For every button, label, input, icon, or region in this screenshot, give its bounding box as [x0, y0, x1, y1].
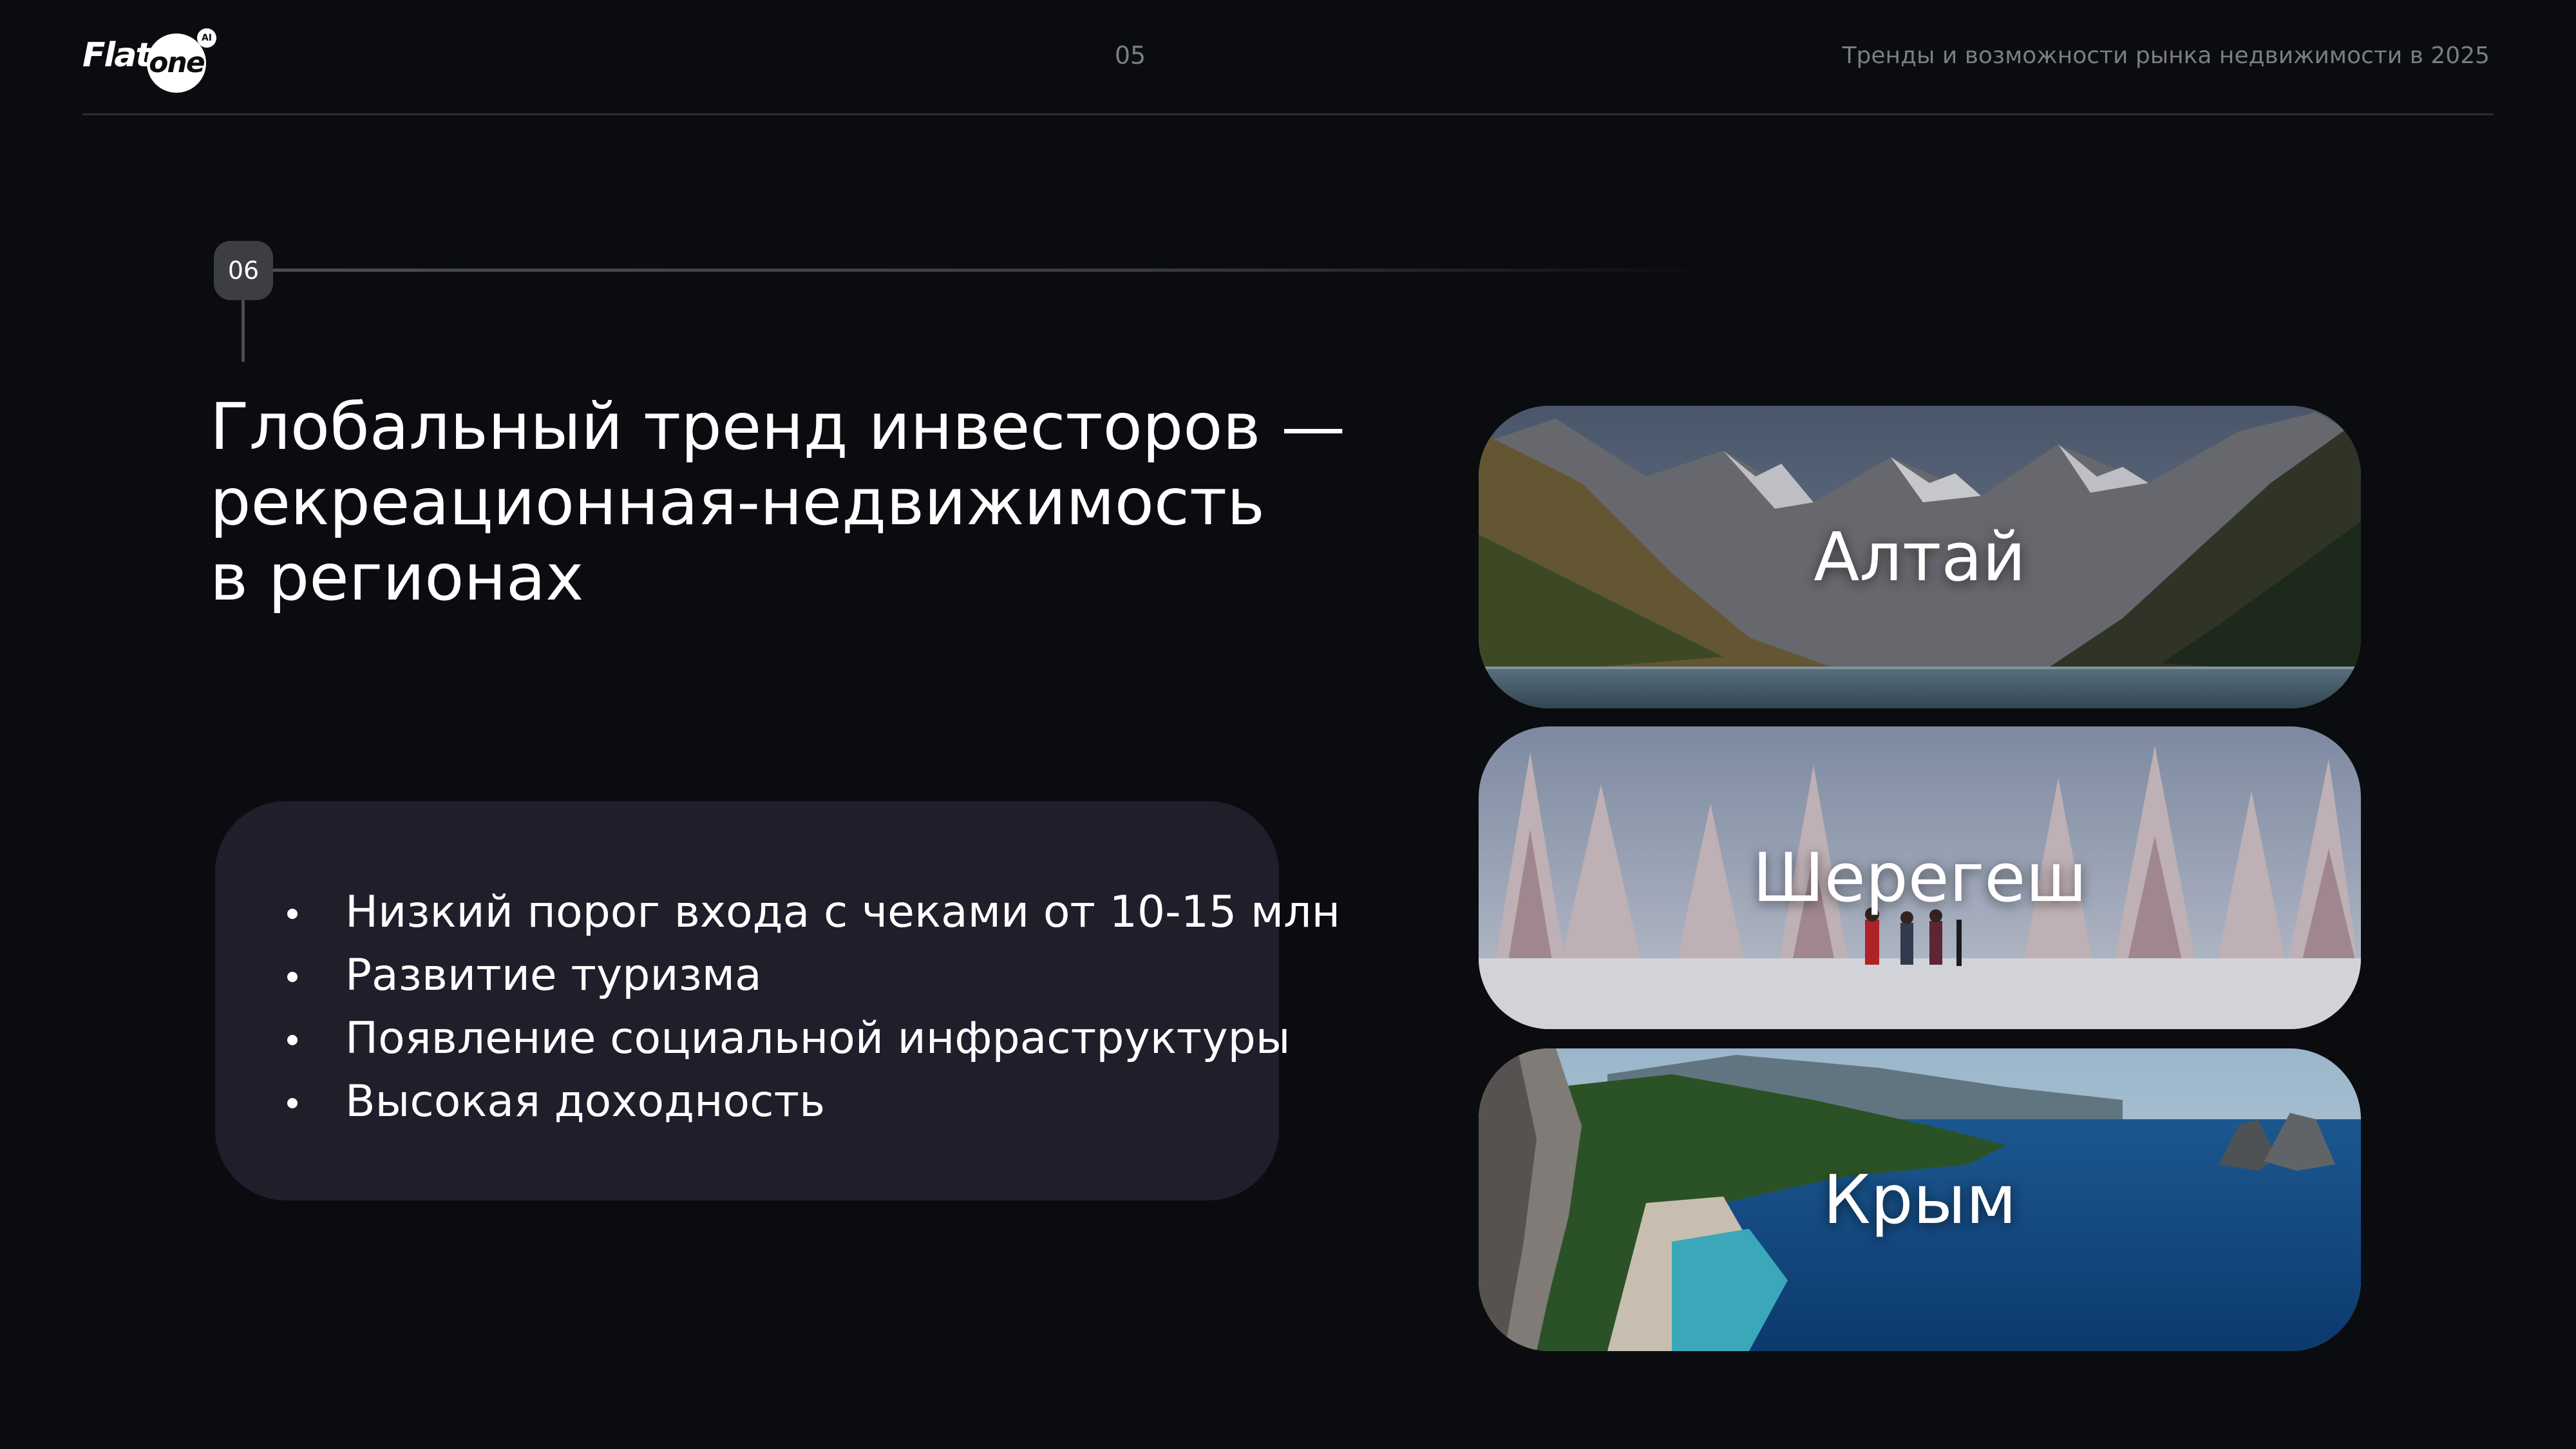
- bullet-dot-icon: [287, 909, 298, 919]
- bullet-dot-icon: [287, 1035, 298, 1045]
- benefit-item: Развитие туризма: [282, 944, 1340, 1007]
- benefits-card: Низкий порог входа с чеками от 10-15 млн…: [215, 801, 1340, 1200]
- region-tile-sheregesh[interactable]: Шерегеш: [1479, 726, 2361, 1029]
- benefit-text: Появление социальной инфраструктуры: [345, 1013, 1291, 1064]
- logo-ai-badge: AI: [197, 28, 216, 48]
- page-number: 05: [1114, 41, 1146, 70]
- region-label-crimea: Крым: [1823, 1160, 2017, 1239]
- benefit-text: Низкий порог входа с чеками от 10-15 млн: [345, 887, 1341, 938]
- logo-word-one: one: [149, 46, 205, 79]
- logo-word-flat: Flat: [82, 36, 151, 75]
- section-number-badge: 06: [214, 241, 273, 300]
- bullet-dot-icon: [287, 1098, 298, 1108]
- benefit-item: Появление социальной инфраструктуры: [282, 1007, 1340, 1070]
- slide-headline: Глобальный тренд инвесторов — рекреацион…: [210, 389, 1498, 615]
- headline-line: в регионах: [210, 540, 584, 615]
- region-label-sheregesh: Шерегеш: [1752, 838, 2087, 917]
- benefit-item: Высокая доходность: [282, 1070, 1340, 1133]
- benefits-list: Низкий порог входа с чеками от 10-15 млн…: [282, 881, 1340, 1133]
- benefit-text: Развитие туризма: [345, 950, 762, 1001]
- header-divider: [82, 113, 2494, 115]
- section-divider-line: [273, 269, 1709, 272]
- presentation-title: Тренды и возможности рынка недвижимости …: [1842, 43, 2490, 69]
- benefit-text: Высокая доходность: [345, 1076, 826, 1127]
- region-tile-crimea[interactable]: Крым: [1479, 1048, 2361, 1351]
- bullet-dot-icon: [287, 972, 298, 982]
- section-stem-line: [242, 300, 245, 362]
- region-tile-altai[interactable]: Алтай: [1479, 406, 2361, 708]
- flatone-logo[interactable]: Flat one AI: [82, 28, 224, 93]
- headline-line: рекреационная-недвижимость: [210, 464, 1265, 540]
- benefit-item: Низкий порог входа с чеками от 10-15 млн: [282, 881, 1340, 944]
- logo-circle: one: [147, 33, 206, 93]
- headline-line: Глобальный тренд инвесторов —: [210, 389, 1346, 464]
- region-label-altai: Алтай: [1814, 518, 2026, 596]
